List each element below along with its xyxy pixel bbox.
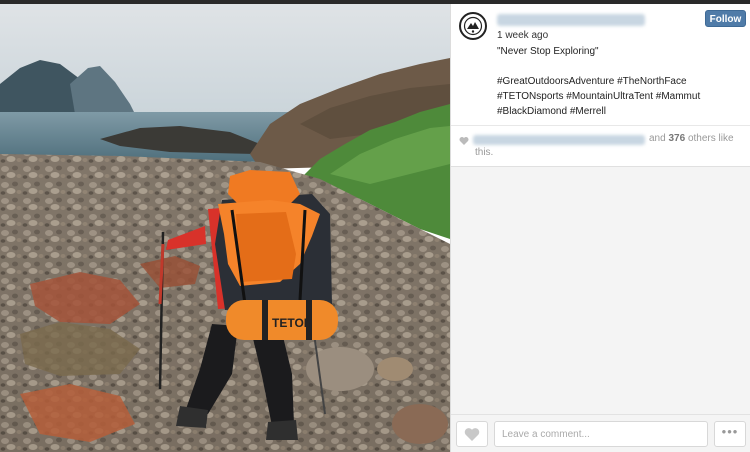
instagram-post-window: TETON Follow 1 week ago "Never Stop Expl… (0, 0, 750, 452)
heart-outline-icon (464, 428, 480, 441)
likes-this: this. (475, 147, 494, 158)
like-button[interactable] (456, 421, 488, 447)
follow-button[interactable]: Follow (705, 10, 746, 27)
post-photo[interactable]: TETON (0, 4, 450, 452)
profile-avatar[interactable] (459, 12, 487, 40)
caption-quote: "Never Stop Exploring" (497, 46, 599, 57)
likes-section: and 376 others like this. (451, 125, 750, 167)
post-timestamp[interactable]: 1 week ago (497, 30, 548, 41)
teton-logo: TETON (272, 316, 312, 330)
username-redacted[interactable] (497, 14, 645, 26)
heart-icon (459, 137, 469, 145)
more-options-button[interactable]: ••• (714, 421, 746, 447)
likes-and: and (649, 133, 666, 144)
caption-hashtags-line-3[interactable]: #BlackDiamond #Merrell (497, 104, 737, 119)
boulder-2 (392, 404, 448, 444)
comment-input[interactable] (494, 421, 708, 447)
comment-bar: ••• (451, 414, 750, 452)
likers-redacted[interactable] (473, 135, 645, 145)
post-caption: "Never Stop Exploring" #GreatOutdoorsAdv… (497, 44, 737, 119)
likes-count[interactable]: 376 (668, 133, 685, 144)
post-side-panel: Follow 1 week ago "Never Stop Exploring"… (450, 4, 750, 452)
likes-others: others like (687, 133, 734, 144)
avatar-emblem-icon (462, 15, 484, 37)
likes-count-text: and 376 others like (649, 133, 734, 144)
post-header: Follow 1 week ago "Never Stop Exploring"… (451, 4, 750, 125)
caption-hashtags-line-2[interactable]: #TETONsports #MountainUltraTent #Mammut (497, 89, 737, 104)
caption-hashtags-line-1[interactable]: #GreatOutdoorsAdventure #TheNorthFace (497, 74, 737, 89)
